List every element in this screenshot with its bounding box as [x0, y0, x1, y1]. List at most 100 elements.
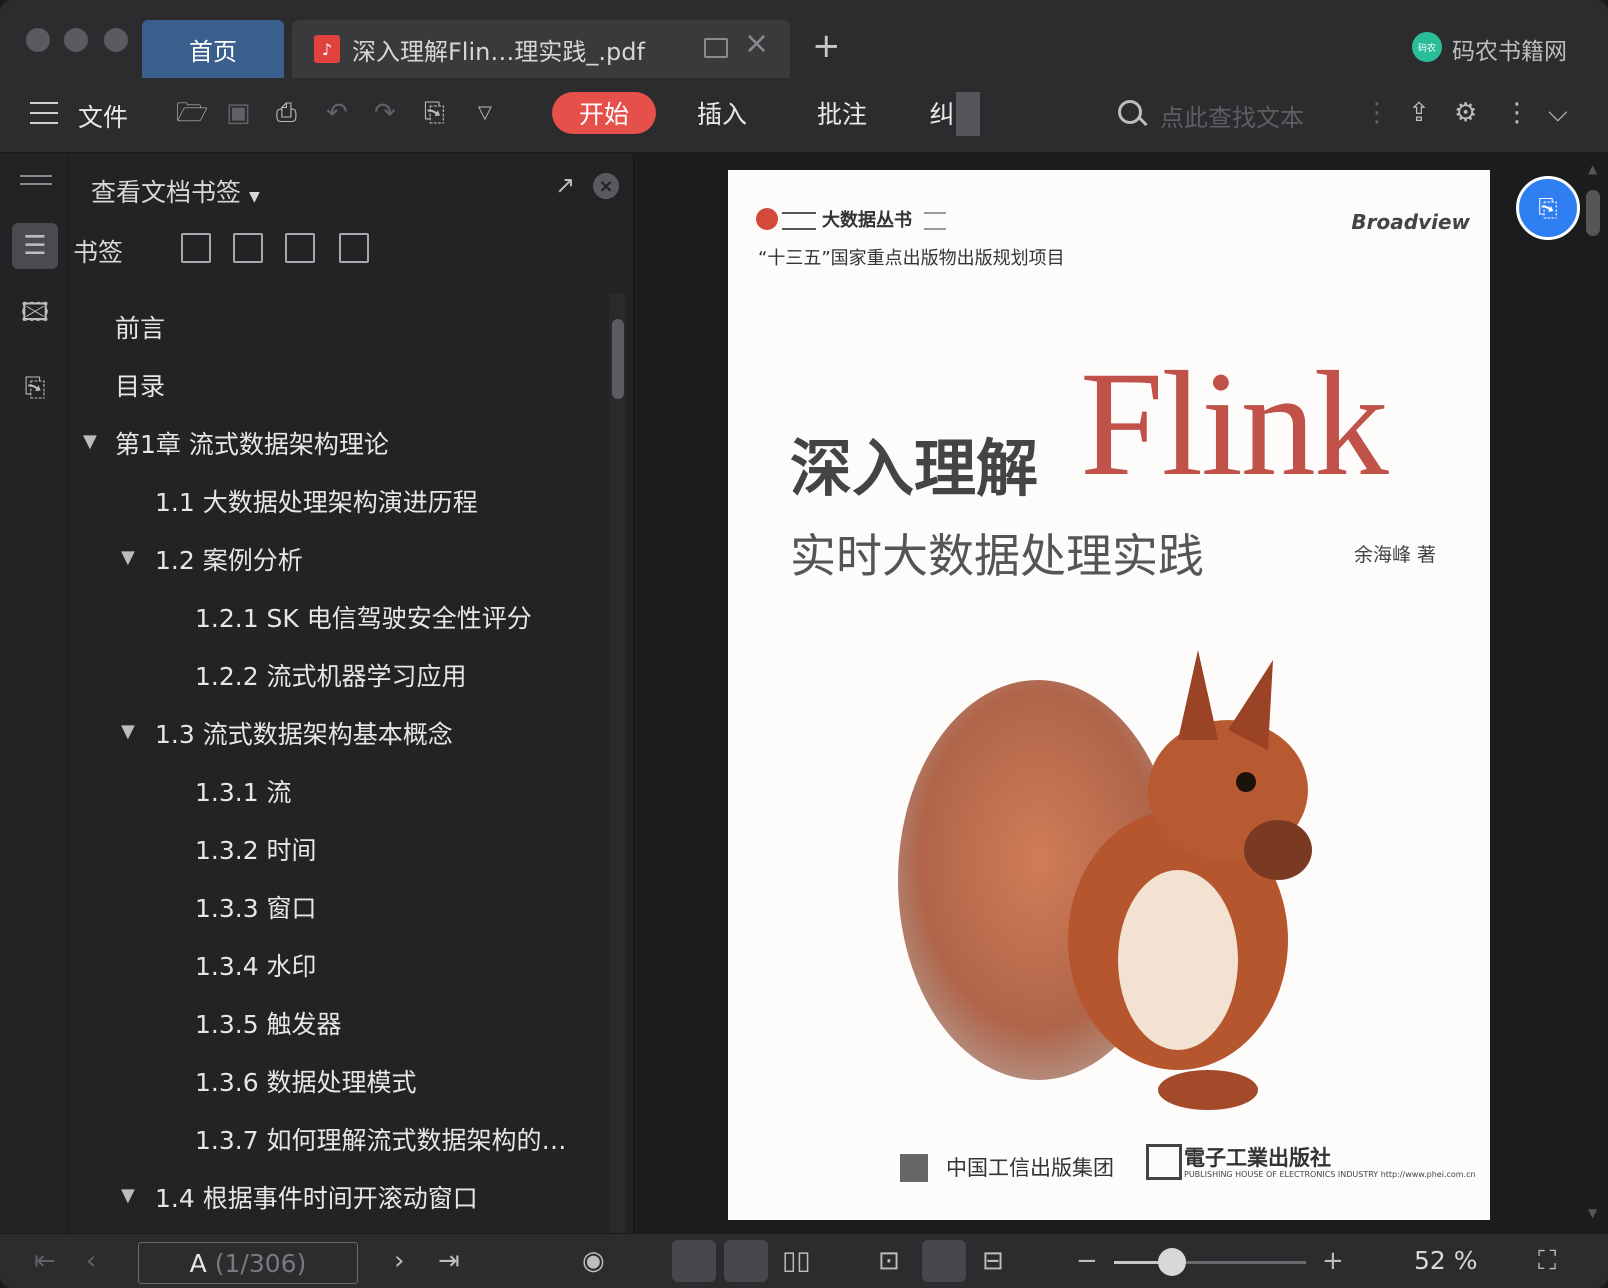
- file-menu[interactable]: 文件: [78, 98, 128, 134]
- two-page-view-icon[interactable]: ▯▯: [782, 1246, 811, 1276]
- bookmark-item[interactable]: 前言: [115, 309, 165, 345]
- series-lines-decoration: [924, 212, 946, 230]
- tab-truncated[interactable]: 纠: [930, 92, 954, 134]
- main-toolbar: 文件 🗁 ▣ ⎙ ↶ ↷ ⎘ ▽ 开始 插入 批注 纠 点此查找文本 ⋮ ⇪ ⚙…: [0, 78, 1608, 153]
- bookmark-item[interactable]: 1.2.2 流式机器学习应用: [195, 657, 467, 693]
- tab-start[interactable]: 开始: [552, 92, 656, 134]
- chevron-down-icon: ▼: [248, 189, 260, 205]
- pdf-reader-window: 首页 ♪ 深入理解Flin…理实践_.pdf × + 码农 码农书籍网 文件 🗁…: [0, 0, 1608, 1288]
- panel-scrollbar[interactable]: [609, 293, 625, 1233]
- popout-arrow-icon[interactable]: ↗: [555, 171, 575, 199]
- tab-document-title: 深入理解Flin…理实践_.pdf: [352, 37, 645, 66]
- add-bookmark-icon[interactable]: [181, 233, 211, 263]
- caret-expanded-icon[interactable]: ▼: [121, 1185, 135, 1206]
- bookmark-item[interactable]: 1.3.1 流: [195, 773, 292, 809]
- bookmark-item[interactable]: 1.3.6 数据处理模式: [195, 1063, 417, 1099]
- panel-scroll-thumb[interactable]: [612, 319, 624, 399]
- publisher-house-name: 電子工業出版社: [1184, 1145, 1331, 1170]
- search-input[interactable]: 点此查找文本: [1160, 98, 1304, 133]
- bookmark-item[interactable]: 1.3.2 时间: [195, 831, 317, 867]
- zoom-out-icon[interactable]: −: [1076, 1246, 1098, 1276]
- thumbnail-image-icon[interactable]: 🖾: [12, 293, 58, 339]
- save-icon[interactable]: ▣: [226, 98, 251, 128]
- site-logo-icon: 码农: [1412, 32, 1442, 62]
- caret-expanded-icon[interactable]: ▼: [121, 547, 135, 568]
- pdf-file-icon: ♪: [314, 35, 340, 63]
- bookmark-item[interactable]: 1.2.1 SK 电信驾驶安全性评分: [195, 599, 532, 635]
- caret-expanded-icon[interactable]: ▼: [121, 721, 135, 742]
- pdf-page-cover[interactable]: 大数据丛书 Broadview “十三五”国家重点出版物出版规划项目 Flink…: [728, 170, 1490, 1220]
- more-vertical-icon[interactable]: ⋮: [1364, 98, 1390, 128]
- bookmark-item[interactable]: 1.3.7 如何理解流式数据架构的…: [195, 1121, 567, 1157]
- bookmark-list-icon[interactable]: ☰: [12, 223, 58, 269]
- bookmark-item[interactable]: 目录: [115, 367, 165, 403]
- page-count: (1/306): [214, 1248, 307, 1278]
- bookmark-item[interactable]: 1.1 大数据处理架构演进历程: [155, 483, 478, 519]
- convert-floating-icon[interactable]: ⎘: [1516, 176, 1580, 240]
- actual-size-icon[interactable]: ⊡: [878, 1246, 900, 1276]
- redo-icon[interactable]: ↷: [374, 98, 396, 128]
- tab-document[interactable]: ♪ 深入理解Flin…理实践_.pdf ×: [292, 20, 790, 78]
- scroll-down-arrow-icon[interactable]: ▼: [1588, 1206, 1597, 1220]
- minimize-window-button[interactable]: [64, 28, 88, 52]
- tab-insert[interactable]: 插入: [670, 92, 774, 134]
- settings-gear-icon[interactable]: ⚙: [1454, 98, 1477, 128]
- share-icon[interactable]: ⇪: [1408, 98, 1430, 128]
- collapse-toolbar-chevron-icon[interactable]: ⌵: [1548, 98, 1568, 128]
- status-bar: ⇤ ‹ A (1/306) › ⇥ ◉ ▯▯ ⊡ ⊟ − + 52 % ⛶: [0, 1233, 1608, 1288]
- fit-width-icon[interactable]: ⊟: [982, 1246, 1004, 1276]
- bookmark-item[interactable]: 第1章 流式数据架构理论: [115, 425, 389, 461]
- export-pages-icon[interactable]: ⎘: [12, 365, 58, 411]
- zoom-level[interactable]: 52 %: [1414, 1246, 1478, 1275]
- cover-title-en: Flink: [1080, 341, 1389, 507]
- continuous-view-button[interactable]: [672, 1240, 716, 1282]
- zoom-in-icon[interactable]: +: [1322, 1246, 1344, 1276]
- site-name[interactable]: 码农书籍网: [1452, 32, 1567, 66]
- caret-expanded-icon[interactable]: ▼: [83, 431, 97, 452]
- panel-close-icon[interactable]: ×: [593, 173, 619, 199]
- first-page-icon[interactable]: ⇤: [34, 1246, 56, 1276]
- bookmarks-label: 书签: [73, 238, 124, 267]
- overflow-menu-icon[interactable]: ⋮: [1504, 98, 1530, 128]
- maximize-window-button[interactable]: [104, 28, 128, 52]
- toolbar-scroll-indicator[interactable]: [956, 92, 980, 136]
- tab-annotate[interactable]: 批注: [790, 92, 894, 134]
- cover-title-cn: 深入理解: [790, 432, 1039, 505]
- tab-home[interactable]: 首页: [142, 20, 284, 78]
- previous-page-icon[interactable]: ‹: [86, 1246, 96, 1276]
- page-number-input[interactable]: A (1/306): [138, 1242, 358, 1284]
- sidebar-handle-icon[interactable]: [20, 175, 52, 177]
- delete-bookmark-icon[interactable]: [339, 233, 369, 263]
- last-page-icon[interactable]: ⇥: [438, 1246, 460, 1276]
- bookmark-item[interactable]: 1.4 根据事件时间开滚动窗口: [155, 1179, 478, 1215]
- tab-close-icon[interactable]: ×: [744, 26, 769, 61]
- add-sub-bookmark-icon[interactable]: [233, 233, 263, 263]
- next-page-icon[interactable]: ›: [394, 1246, 404, 1276]
- export-pdf-icon[interactable]: ⎘: [424, 98, 445, 128]
- bookmark-item[interactable]: 1.3.5 触发器: [195, 1005, 342, 1041]
- undo-icon[interactable]: ↶: [326, 98, 348, 128]
- open-folder-icon[interactable]: 🗁: [176, 98, 208, 128]
- scroll-up-arrow-icon[interactable]: ▲: [1588, 162, 1597, 176]
- zoom-slider-knob[interactable]: [1158, 1248, 1186, 1276]
- series-lines-decoration: [782, 212, 816, 230]
- panel-title: 查看文档书签: [91, 178, 242, 207]
- eye-protection-icon[interactable]: ◉: [582, 1246, 605, 1276]
- fit-page-button[interactable]: [922, 1240, 966, 1282]
- fullscreen-icon[interactable]: ⛶: [1538, 1246, 1556, 1276]
- document-scroll-thumb[interactable]: [1586, 190, 1600, 236]
- more-dropdown-icon[interactable]: ▽: [478, 98, 492, 128]
- menu-icon[interactable]: [30, 102, 58, 124]
- print-icon[interactable]: ⎙: [276, 98, 297, 128]
- bookmark-item[interactable]: 1.3 流式数据架构基本概念: [155, 715, 453, 751]
- bookmark-item[interactable]: 1.2 案例分析: [155, 541, 303, 577]
- bookmark-item[interactable]: 1.3.3 窗口: [195, 889, 317, 925]
- panel-title-dropdown[interactable]: 查看文档书签 ▼: [91, 173, 260, 209]
- new-tab-icon[interactable]: +: [812, 26, 841, 66]
- present-icon[interactable]: [704, 38, 728, 58]
- search-icon[interactable]: [1118, 100, 1142, 124]
- bookmark-item[interactable]: 1.3.4 水印: [195, 947, 317, 983]
- close-window-button[interactable]: [26, 28, 50, 52]
- insert-bookmark-icon[interactable]: [285, 233, 315, 263]
- single-page-view-button[interactable]: [724, 1240, 768, 1282]
